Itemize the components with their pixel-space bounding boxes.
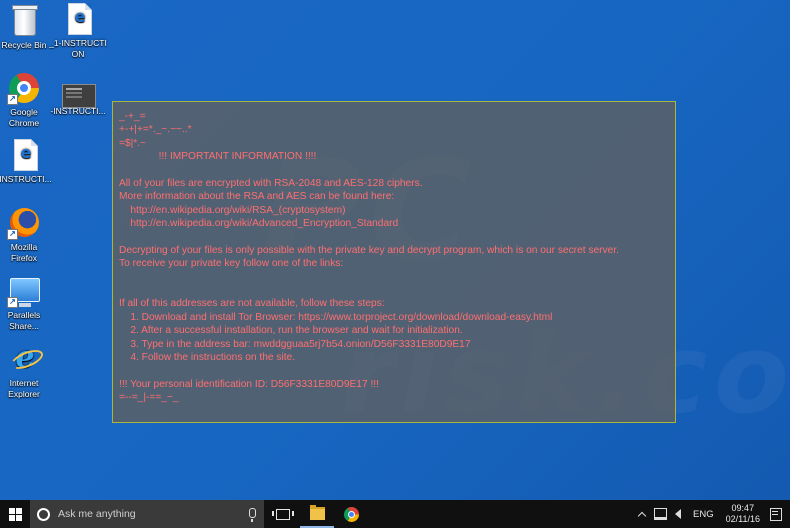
note-line: =--=_|-==_~_: [119, 392, 179, 404]
chrome-taskbar-button[interactable]: [334, 500, 368, 528]
desktop-icon-label: Google Chrome: [8, 107, 40, 128]
document-icon: e: [7, 138, 41, 172]
desktop-icon-label: Parallels Share...: [7, 310, 41, 331]
taskbar: Ask me anything ENG 09:47 02/11/16: [0, 500, 790, 528]
note-line: [119, 364, 669, 377]
chrome-icon: [343, 506, 359, 522]
chevron-up-icon: [637, 511, 647, 520]
note-line: [119, 271, 669, 284]
system-tray: ENG 09:47 02/11/16: [633, 500, 790, 528]
chrome-icon: ↗: [7, 71, 41, 105]
desktop-icon-instruction-html[interactable]: e -INSTRUCTI...: [0, 138, 53, 185]
desktop-icon-parallels-share[interactable]: ↗ Parallels Share...: [0, 274, 53, 332]
note-line: All of your files are encrypted with RSA…: [119, 177, 423, 189]
microphone-icon[interactable]: [249, 508, 256, 522]
clock-date: 02/11/16: [725, 514, 760, 524]
cortana-search-box[interactable]: Ask me anything: [30, 500, 264, 528]
speaker-icon: [675, 509, 682, 519]
note-line: !!! IMPORTANT INFORMATION !!!!: [119, 151, 317, 163]
internet-explorer-icon: e: [7, 342, 41, 376]
document-icon: e: [61, 2, 95, 36]
desktop-icon-label: _1-INSTRUCTI ON: [49, 38, 107, 59]
note-line: 2. After a successful installation, run …: [119, 325, 463, 337]
file-explorer-button[interactable]: [300, 500, 334, 528]
note-line: [119, 284, 669, 297]
desktop-icon-instruction-image[interactable]: -INSTRUCTI...: [49, 80, 107, 117]
network-icon: [653, 508, 667, 520]
desktop-icon-mozilla-firefox[interactable]: ↗ Mozilla Firefox: [0, 206, 53, 264]
desktop-icon-instruction-file[interactable]: e _1-INSTRUCTI ON: [49, 2, 107, 60]
desktop-icon-recycle-bin[interactable]: Recycle Bin: [0, 4, 53, 51]
note-line: http://en.wikipedia.org/wiki/Advanced_En…: [119, 218, 399, 230]
desktop-icon-label: -INSTRUCTI...: [0, 174, 52, 184]
shortcut-arrow-icon: ↗: [7, 297, 18, 308]
note-line: _-+_=: [119, 111, 146, 122]
desktop-icon-google-chrome[interactable]: ↗ Google Chrome: [0, 71, 53, 129]
note-line: [119, 231, 669, 244]
note-line: To receive your private key follow one o…: [119, 258, 344, 270]
task-view-icon: [272, 508, 294, 520]
cortana-icon: [37, 507, 50, 521]
action-center-icon[interactable]: [770, 507, 782, 521]
note-line: !!! Your personal identification ID: D56…: [119, 378, 379, 390]
note-line: 4. Follow the instructions on the site.: [119, 352, 296, 364]
desktop-icon-label: Internet Explorer: [8, 378, 40, 399]
desktop-icon-label: Mozilla Firefox: [10, 242, 38, 263]
recycle-bin-icon: [7, 4, 41, 38]
shortcut-arrow-icon: ↗: [7, 94, 18, 105]
note-line: 3. Type in the address bar: mwddgguaa5rj…: [119, 338, 471, 350]
task-view-button[interactable]: [266, 500, 300, 528]
windows-logo-icon: [8, 507, 22, 521]
note-line: 1. Download and install Tor Browser: htt…: [119, 311, 553, 323]
desktop-icon-label: Recycle Bin: [1, 40, 47, 50]
note-line: More information about the RSA and AES c…: [119, 191, 395, 203]
note-line: [119, 164, 669, 177]
image-thumbnail-icon: [61, 80, 96, 108]
clock[interactable]: 09:47 02/11/16: [720, 503, 766, 525]
clock-time: 09:47: [731, 503, 755, 513]
shortcut-arrow-icon: ↗: [7, 229, 18, 240]
note-line: http://en.wikipedia.org/wiki/RSA_(crypto…: [119, 204, 346, 216]
folder-icon: [309, 504, 325, 520]
ransom-note-window: _-+_= +-+|+=*._~.~~..* =$|*.~ !!! IMPORTAN…: [112, 101, 676, 423]
search-placeholder: Ask me anything: [58, 508, 136, 520]
network-button[interactable]: [651, 500, 669, 528]
firefox-icon: ↗: [7, 206, 41, 240]
volume-button[interactable]: [669, 500, 687, 528]
show-hidden-icons-button[interactable]: [633, 500, 651, 528]
parallels-icon: ↗: [7, 274, 41, 308]
note-line: +-+|+=*._~.~~..*: [119, 124, 192, 136]
note-line: =$|*.~: [119, 137, 147, 149]
desktop-icon-internet-explorer[interactable]: e Internet Explorer: [0, 342, 53, 400]
note-line: If all of this addresses are not availab…: [119, 298, 385, 310]
desktop: PC risk.com Recycle Bin e _1-INSTRUCTI O…: [0, 0, 790, 500]
start-button[interactable]: [0, 500, 30, 528]
input-language[interactable]: ENG: [687, 509, 720, 520]
note-line: Decrypting of your files is only possibl…: [119, 244, 619, 256]
